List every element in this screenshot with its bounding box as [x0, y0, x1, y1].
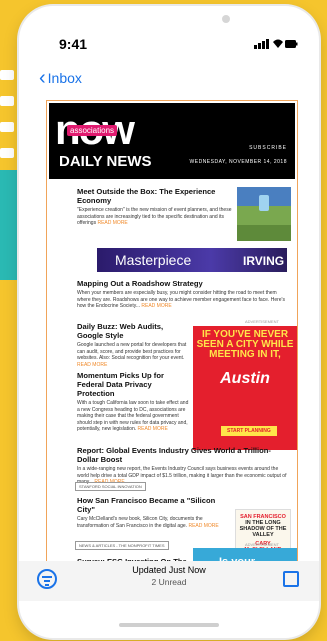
unread-count: 2 Unread	[151, 577, 187, 587]
newsletter-title: DAILY NEWS	[59, 153, 152, 170]
article-1[interactable]: Meet Outside the Box: The Experience Eco…	[77, 187, 232, 227]
ad-label: ADVERTISEMENT	[245, 542, 279, 547]
read-more-link[interactable]: READ MORE	[138, 426, 168, 432]
source-tag: STANFORD SOCIAL INNOVATION	[75, 482, 146, 491]
book-line-2: IN THE LONG SHADOW OF THE VALLEY	[239, 520, 287, 538]
article-title[interactable]: How San Francisco Became a "Silicon City…	[77, 496, 227, 514]
article-5[interactable]: Report: Global Events Industry Gives Wor…	[77, 446, 291, 486]
article-title[interactable]: Report: Global Events Industry Gives Wor…	[77, 446, 291, 464]
home-indicator[interactable]	[119, 623, 219, 627]
subscribe-link[interactable]: SUBSCRIBE	[249, 145, 287, 151]
article-title[interactable]: Momentum Picks Up for Federal Data Priva…	[77, 371, 189, 398]
compose-icon[interactable]	[283, 571, 299, 587]
article-title[interactable]: Mapping Out a Roadshow Strategy	[77, 279, 291, 288]
source-tag: NEWS & ARTICLES - THE NONPROFIT TIMES	[75, 541, 169, 550]
austin-ad-headline: IF YOU'VE NEVER SEEN A CITY WHILE MEETIN…	[196, 329, 294, 360]
newsletter-masthead: now associations DAILY NEWS SUBSCRIBE WE…	[49, 103, 295, 179]
article-title[interactable]: Meet Outside the Box: The Experience Eco…	[77, 187, 232, 205]
deco-bar	[0, 70, 14, 80]
inbox-label: Inbox	[47, 70, 82, 86]
article-1-photo[interactable]	[237, 187, 291, 241]
status-time: 9:41	[59, 36, 88, 52]
mailbox-status: Updated Just Now 2 Unread	[19, 565, 319, 587]
updated-status: Updated Just Now	[132, 565, 206, 575]
article-body: When your members are especially busy, y…	[77, 290, 286, 310]
logo-tag: associations	[67, 125, 118, 136]
email-body[interactable]: now associations DAILY NEWS SUBSCRIBE WE…	[46, 100, 298, 574]
article-3[interactable]: Daily Buzz: Web Audits, Google Style Goo…	[77, 322, 189, 368]
read-more-link[interactable]: READ MORE	[141, 303, 171, 309]
deco-bar	[0, 122, 14, 132]
start-planning-button[interactable]: START PLANNING	[221, 426, 277, 436]
masterpiece-irving-banner-ad[interactable]: Masterpiece IRVING	[97, 248, 287, 272]
read-more-link[interactable]: READ MORE	[97, 220, 127, 226]
article-2[interactable]: Mapping Out a Roadshow Strategy When you…	[77, 279, 291, 310]
deco-bar	[0, 148, 14, 158]
phone-frame: 9:41 ‹ Inbox now associations DAILY NEWS…	[19, 6, 319, 638]
camera-dot	[222, 15, 230, 23]
deco-bar	[0, 96, 14, 106]
banner-left-text: Masterpiece	[115, 252, 192, 268]
article-body: "Experience creation" is the new mission…	[77, 207, 232, 227]
austin-ad-city: Austin	[220, 370, 270, 387]
article-6[interactable]: How San Francisco Became a "Silicon City…	[77, 496, 227, 529]
bottom-toolbar: Updated Just Now 2 Unread	[19, 561, 319, 601]
back-to-inbox[interactable]: ‹ Inbox	[39, 66, 82, 90]
article-body: Cary McClelland's new book, Silicon City…	[77, 516, 219, 529]
article-body: With a tough California law soon to take…	[77, 400, 189, 433]
read-more-link[interactable]: READ MORE	[77, 362, 107, 368]
ad-label: ADVERTISEMENT	[245, 319, 279, 324]
article-body: Google launched a new portal for develop…	[77, 342, 187, 368]
newsletter-date: WEDNESDAY, NOVEMBER 14, 2018	[189, 159, 287, 165]
article-title[interactable]: Daily Buzz: Web Audits, Google Style	[77, 322, 189, 340]
banner-right-text: IRVING	[243, 254, 285, 268]
article-4[interactable]: Momentum Picks Up for Federal Data Priva…	[77, 371, 189, 433]
austin-ad[interactable]: IF YOU'VE NEVER SEEN A CITY WHILE MEETIN…	[193, 326, 297, 450]
status-icons	[254, 39, 298, 49]
chevron-left-icon: ‹	[39, 67, 46, 89]
notch	[117, 6, 231, 34]
read-more-link[interactable]: READ MORE	[188, 523, 218, 529]
